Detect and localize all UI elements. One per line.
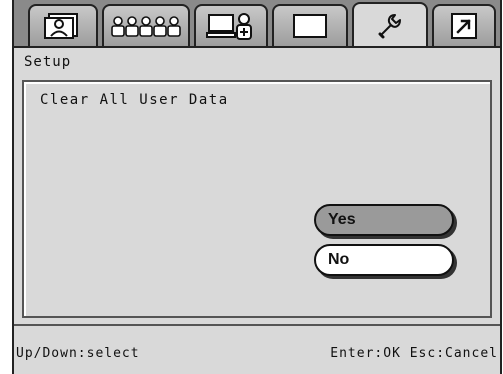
dialog-panel: Clear All User Data Yes No	[22, 80, 492, 318]
blank-screen-icon	[293, 14, 327, 38]
title-bar: Setup	[14, 46, 500, 76]
group-users-icon	[111, 16, 181, 37]
tab-add-user[interactable]	[194, 4, 268, 46]
add-user-computer-icon	[206, 13, 252, 40]
tab-screen[interactable]	[272, 4, 348, 46]
wrench-icon	[378, 14, 401, 39]
dialog-prompt: Clear All User Data	[40, 92, 229, 108]
status-hint-navigation: Up/Down:select	[16, 346, 140, 361]
contacts-card-icon	[44, 13, 78, 39]
status-bar: Up/Down:select Enter:OK Esc:Cancel	[14, 324, 500, 374]
yes-button-label: Yes	[328, 211, 356, 228]
tab-exit[interactable]	[432, 4, 496, 46]
page-title: Setup	[24, 54, 72, 70]
no-button[interactable]: No	[314, 244, 454, 276]
yes-button[interactable]: Yes	[314, 204, 454, 236]
status-hint-keys: Enter:OK Esc:Cancel	[330, 346, 498, 361]
setup-window: Setup Clear All User Data Yes No Up/Down…	[12, 0, 502, 374]
tab-contacts[interactable]	[28, 4, 98, 46]
tab-setup[interactable]	[352, 2, 428, 48]
tab-group[interactable]	[102, 4, 190, 46]
tab-strip	[14, 0, 500, 48]
no-button-label: No	[328, 251, 350, 268]
arrow-exit-icon	[451, 13, 477, 39]
